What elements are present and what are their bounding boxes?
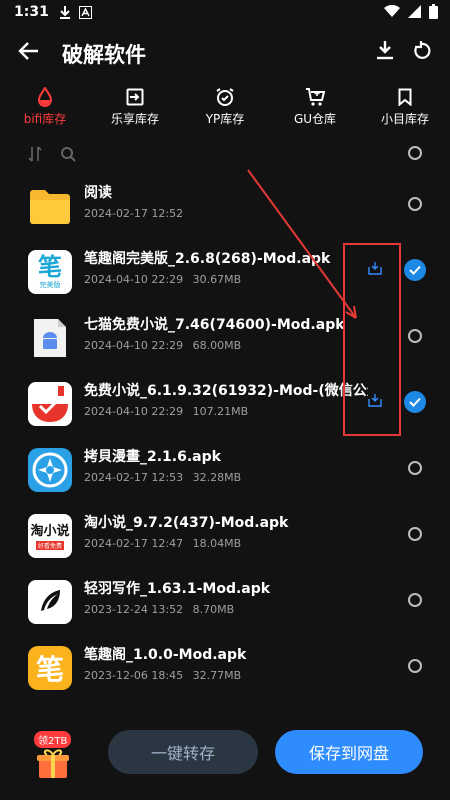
save-to-cloud-button[interactable]: 保存到网盘 xyxy=(275,730,423,774)
gift-box-icon xyxy=(36,747,70,783)
file-size: 8.70MB xyxy=(192,603,235,616)
bottom-bar: 领2TB 一键转存 保存到网盘 xyxy=(0,716,450,800)
app-icon-sub: 好看免费 xyxy=(35,540,64,550)
copy-manga-app-icon xyxy=(28,448,72,492)
app-icon-glyph: 笔 xyxy=(38,253,62,281)
file-date: 2024-04-10 22:29 xyxy=(84,273,184,286)
tab-label: bifi库存 xyxy=(23,112,67,126)
refresh-icon[interactable] xyxy=(412,40,432,66)
tab-bifi[interactable]: bifi库存 xyxy=(0,86,90,132)
status-time: 1:31 xyxy=(14,4,49,20)
tab-gu[interactable]: GU仓库 xyxy=(270,86,360,132)
download-status-icon xyxy=(59,5,71,19)
file-date: 2024-04-10 22:29 xyxy=(84,339,184,352)
free-novel-app-icon xyxy=(28,382,72,426)
gift-promo[interactable]: 领2TB xyxy=(30,731,80,791)
file-name: 阅读 xyxy=(84,185,112,201)
file-date: 2023-12-24 13:52 xyxy=(84,603,184,616)
tab-lexiang[interactable]: 乐享库存 xyxy=(90,86,180,132)
file-size: 32.28MB xyxy=(192,471,242,484)
feather-writing-app-icon xyxy=(28,580,72,624)
file-size: 18.04MB xyxy=(192,537,242,550)
file-meta: 2024-04-10 22:29 107.21MB xyxy=(84,405,254,418)
tab-label: 乐享库存 xyxy=(110,112,159,126)
app-icon-glyph: 笔 xyxy=(35,653,64,686)
a-status-icon xyxy=(78,5,92,19)
file-name: 拷貝漫畫_2.1.6.apk xyxy=(84,449,221,465)
file-meta: 2024-04-10 22:29 68.00MB xyxy=(84,339,247,352)
select-all-radio[interactable] xyxy=(408,146,422,160)
status-bar: 1:31 xyxy=(0,0,450,24)
checked-icon[interactable] xyxy=(404,391,426,413)
file-meta: 2023-12-24 13:52 8.70MB xyxy=(84,603,240,616)
file-meta: 2024-04-10 22:29 30.67MB xyxy=(84,273,247,286)
apk-file-icon xyxy=(28,316,72,360)
file-date: 2023-12-06 18:45 xyxy=(84,669,184,682)
file-date: 2024-02-17 12:53 xyxy=(84,471,184,484)
file-date: 2024-02-17 12:52 xyxy=(84,207,184,220)
tab-xiaomu[interactable]: 小目库存 xyxy=(360,86,450,132)
list-item[interactable]: 拷貝漫畫_2.1.6.apk 2024-02-17 12:53 32.28MB xyxy=(0,436,450,502)
select-radio[interactable] xyxy=(408,593,422,607)
file-name: 笔趣阁完美版_2.6.8(268)-Mod.apk xyxy=(84,251,331,267)
app-icon-title: 淘小说 xyxy=(30,523,70,539)
file-date: 2024-04-10 22:29 xyxy=(84,405,184,418)
search-icon[interactable] xyxy=(60,146,76,166)
select-radio[interactable] xyxy=(408,461,422,475)
annotation-highlight-box xyxy=(343,243,401,436)
file-name: 淘小说_9.7.2(437)-Mod.apk xyxy=(84,515,289,531)
file-meta: 2024-02-17 12:53 32.28MB xyxy=(84,471,247,484)
storage-tabs: bifi库存 乐享库存 YP库存 GU仓库 小目库存 xyxy=(0,86,450,132)
download-icon[interactable] xyxy=(376,40,394,64)
checked-icon[interactable] xyxy=(404,259,426,281)
tab-yp[interactable]: YP库存 xyxy=(180,86,270,132)
select-radio[interactable] xyxy=(408,329,422,343)
tab-label: 小目库存 xyxy=(380,112,429,126)
file-size: 32.77MB xyxy=(192,669,242,682)
biquge-app-icon: 笔 xyxy=(28,646,72,690)
app-icon-sub: 完美版 xyxy=(39,281,61,289)
bookmark-icon xyxy=(398,86,412,108)
file-size: 68.00MB xyxy=(192,339,242,352)
app-bar: 破解软件 xyxy=(0,30,450,76)
filter-row xyxy=(0,140,450,170)
file-date: 2024-02-17 12:47 xyxy=(84,537,184,550)
login-box-icon xyxy=(126,86,144,108)
list-item[interactable]: 笔 笔趣阁_1.0.0-Mod.apk 2023-12-06 18:45 32.… xyxy=(0,634,450,700)
tab-label: YP库存 xyxy=(205,112,245,126)
alarm-clock-icon xyxy=(215,86,235,108)
wifi-icon xyxy=(384,4,400,22)
page-title: 破解软件 xyxy=(62,43,146,67)
folder-icon xyxy=(28,184,72,228)
file-name: 七猫免费小说_7.46(74600)-Mod.apk xyxy=(84,317,345,333)
list-item[interactable]: 轻羽写作_1.63.1-Mod.apk 2023-12-24 13:52 8.7… xyxy=(0,568,450,634)
file-name: 免费小说_6.1.9.32(61932)-Mod-(微信公众 xyxy=(84,383,368,399)
tao-novel-app-icon: 淘小说 好看免费 xyxy=(28,514,72,558)
select-radio[interactable] xyxy=(408,197,422,211)
drop-icon xyxy=(37,86,53,108)
file-meta: 2023-12-06 18:45 32.77MB xyxy=(84,669,247,682)
back-arrow-icon[interactable] xyxy=(18,40,42,64)
tab-label: GU仓库 xyxy=(293,112,337,126)
list-item[interactable]: 淘小说 好看免费 淘小说_9.7.2(437)-Mod.apk 2024-02-… xyxy=(0,502,450,568)
battery-icon xyxy=(429,4,438,23)
file-name: 轻羽写作_1.63.1-Mod.apk xyxy=(84,581,271,597)
select-radio[interactable] xyxy=(408,527,422,541)
one-click-transfer-button[interactable]: 一键转存 xyxy=(108,730,258,774)
select-radio[interactable] xyxy=(408,659,422,673)
file-meta: 2024-02-17 12:52 xyxy=(84,207,189,220)
file-meta: 2024-02-17 12:47 18.04MB xyxy=(84,537,247,550)
biquge-perfect-app-icon: 笔 完美版 xyxy=(28,250,72,294)
sort-icon[interactable] xyxy=(28,146,42,166)
gift-badge: 领2TB xyxy=(34,731,72,748)
file-size: 107.21MB xyxy=(192,405,249,418)
list-item[interactable]: 阅读 2024-02-17 12:52 xyxy=(0,172,450,238)
file-name: 笔趣阁_1.0.0-Mod.apk xyxy=(84,647,247,663)
signal-icon xyxy=(408,5,421,22)
cart-icon xyxy=(305,86,325,108)
file-size: 30.67MB xyxy=(192,273,242,286)
